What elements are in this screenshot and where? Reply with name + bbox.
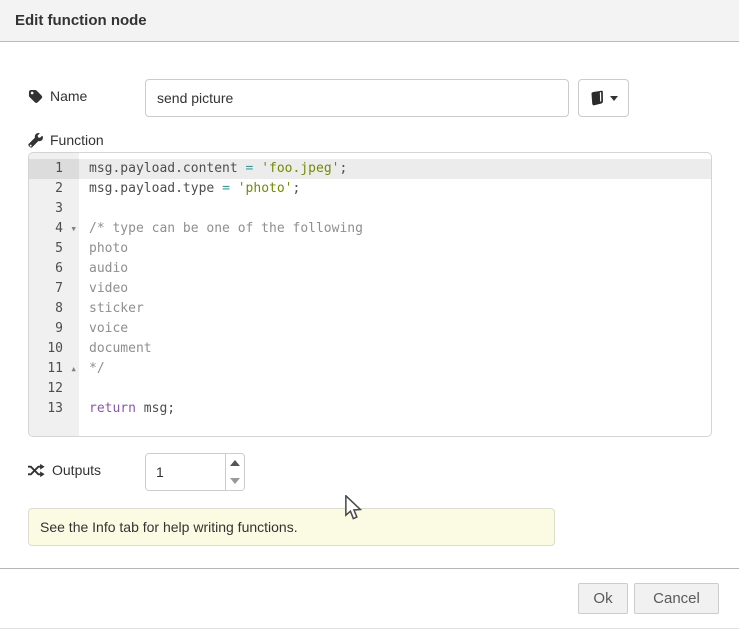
book-icon xyxy=(590,90,605,106)
editor-code-area[interactable]: msg.payload.content = 'foo.jpeg';msg.pay… xyxy=(79,153,711,436)
info-tip-text: See the Info tab for help writing functi… xyxy=(40,519,298,535)
outputs-label-text: Outputs xyxy=(52,462,101,478)
bottom-edge-line xyxy=(0,628,739,629)
editor-code-line[interactable]: document xyxy=(79,339,711,359)
cancel-button[interactable]: Cancel xyxy=(634,583,719,614)
outputs-input[interactable] xyxy=(146,454,225,490)
editor-gutter-line: 8 xyxy=(29,299,79,319)
code-token: 'photo' xyxy=(238,181,293,196)
editor-code-line[interactable]: msg.payload.content = 'foo.jpeg'; xyxy=(79,159,711,179)
editor-code-line[interactable]: voice xyxy=(79,319,711,339)
spinner-down-button[interactable] xyxy=(226,472,244,490)
line-number: 8 xyxy=(55,301,63,316)
code-token: /* type can be one of the following xyxy=(89,221,363,236)
caret-down-icon xyxy=(610,96,618,101)
editor-code-line[interactable]: photo xyxy=(79,239,711,259)
line-number: 11 xyxy=(47,361,63,376)
code-token xyxy=(230,181,238,196)
code-token: ; xyxy=(293,181,301,196)
code-token: return xyxy=(89,401,136,416)
line-number: 7 xyxy=(55,281,63,296)
editor-gutter-line: 10 xyxy=(29,339,79,359)
spinner-up-button[interactable] xyxy=(226,454,244,472)
editor-code-line[interactable]: msg.payload.type = 'photo'; xyxy=(79,179,711,199)
line-number: 10 xyxy=(47,341,63,356)
editor-code-line[interactable]: */ xyxy=(79,359,711,379)
line-number: 2 xyxy=(55,181,63,196)
code-token: */ xyxy=(89,361,105,376)
editor-gutter-line: 3 xyxy=(29,199,79,219)
library-button[interactable] xyxy=(578,79,629,117)
code-token: msg; xyxy=(136,401,175,416)
footer-divider xyxy=(0,568,739,569)
tag-icon xyxy=(28,89,43,104)
editor-code-line[interactable] xyxy=(79,379,711,399)
editor-gutter-line: 1 xyxy=(29,159,79,179)
code-token: video xyxy=(89,281,128,296)
name-label-text: Name xyxy=(50,88,87,104)
code-token: sticker xyxy=(89,301,144,316)
arrow-up-icon xyxy=(230,460,240,466)
line-number: 6 xyxy=(55,261,63,276)
editor-code-line[interactable]: sticker xyxy=(79,299,711,319)
editor-gutter-line: 7 xyxy=(29,279,79,299)
info-tip: See the Info tab for help writing functi… xyxy=(28,508,555,546)
outputs-spinner xyxy=(145,453,245,491)
code-token: = xyxy=(222,181,230,196)
code-token: photo xyxy=(89,241,128,256)
code-token: msg.payload.content xyxy=(89,161,246,176)
shuffle-icon xyxy=(28,463,45,478)
line-number: 9 xyxy=(55,321,63,336)
line-number: 13 xyxy=(47,401,63,416)
editor-gutter-line: 9 xyxy=(29,319,79,339)
name-label: Name xyxy=(28,88,87,104)
editor-code-line[interactable]: video xyxy=(79,279,711,299)
line-number: 4 xyxy=(55,221,63,236)
fold-up-icon[interactable]: ▴ xyxy=(70,359,77,379)
editor-code-line[interactable]: return msg; xyxy=(79,399,711,419)
function-code-editor[interactable]: 1234▾567891011▴1213 msg.payload.content … xyxy=(28,152,712,437)
dialog-title: Edit function node xyxy=(15,12,147,29)
editor-gutter-line: 5 xyxy=(29,239,79,259)
wrench-icon xyxy=(28,133,43,148)
edit-function-dialog: Edit function node Name Function 1234▾56… xyxy=(0,0,739,630)
code-token: msg.payload.type xyxy=(89,181,222,196)
code-token: audio xyxy=(89,261,128,276)
arrow-down-icon xyxy=(230,478,240,484)
line-number: 5 xyxy=(55,241,63,256)
spinner-buttons xyxy=(225,454,244,490)
function-label: Function xyxy=(28,132,104,148)
editor-gutter-line: 6 xyxy=(29,259,79,279)
code-token: voice xyxy=(89,321,128,336)
code-token: ; xyxy=(339,161,347,176)
editor-gutter-line: 11 ▴ xyxy=(29,359,79,379)
line-number: 12 xyxy=(47,381,63,396)
editor-gutter-line: 2 xyxy=(29,179,79,199)
fold-down-icon[interactable]: ▾ xyxy=(70,219,77,239)
editor-gutter-line: 12 xyxy=(29,379,79,399)
outputs-label: Outputs xyxy=(28,462,101,478)
editor-code-line[interactable] xyxy=(79,199,711,219)
line-number: 3 xyxy=(55,201,63,216)
line-number: 1 xyxy=(55,161,63,176)
dialog-header: Edit function node xyxy=(0,0,739,42)
editor-gutter: 1234▾567891011▴1213 xyxy=(29,153,79,436)
ok-button[interactable]: Ok xyxy=(578,583,628,614)
function-label-text: Function xyxy=(50,132,104,148)
editor-code-line[interactable]: audio xyxy=(79,259,711,279)
editor-gutter-line: 13 xyxy=(29,399,79,419)
name-input[interactable] xyxy=(145,79,569,117)
code-token: 'foo.jpeg' xyxy=(261,161,339,176)
editor-code-line[interactable]: /* type can be one of the following xyxy=(79,219,711,239)
code-token: document xyxy=(89,341,152,356)
editor-gutter-line: 4▾ xyxy=(29,219,79,239)
